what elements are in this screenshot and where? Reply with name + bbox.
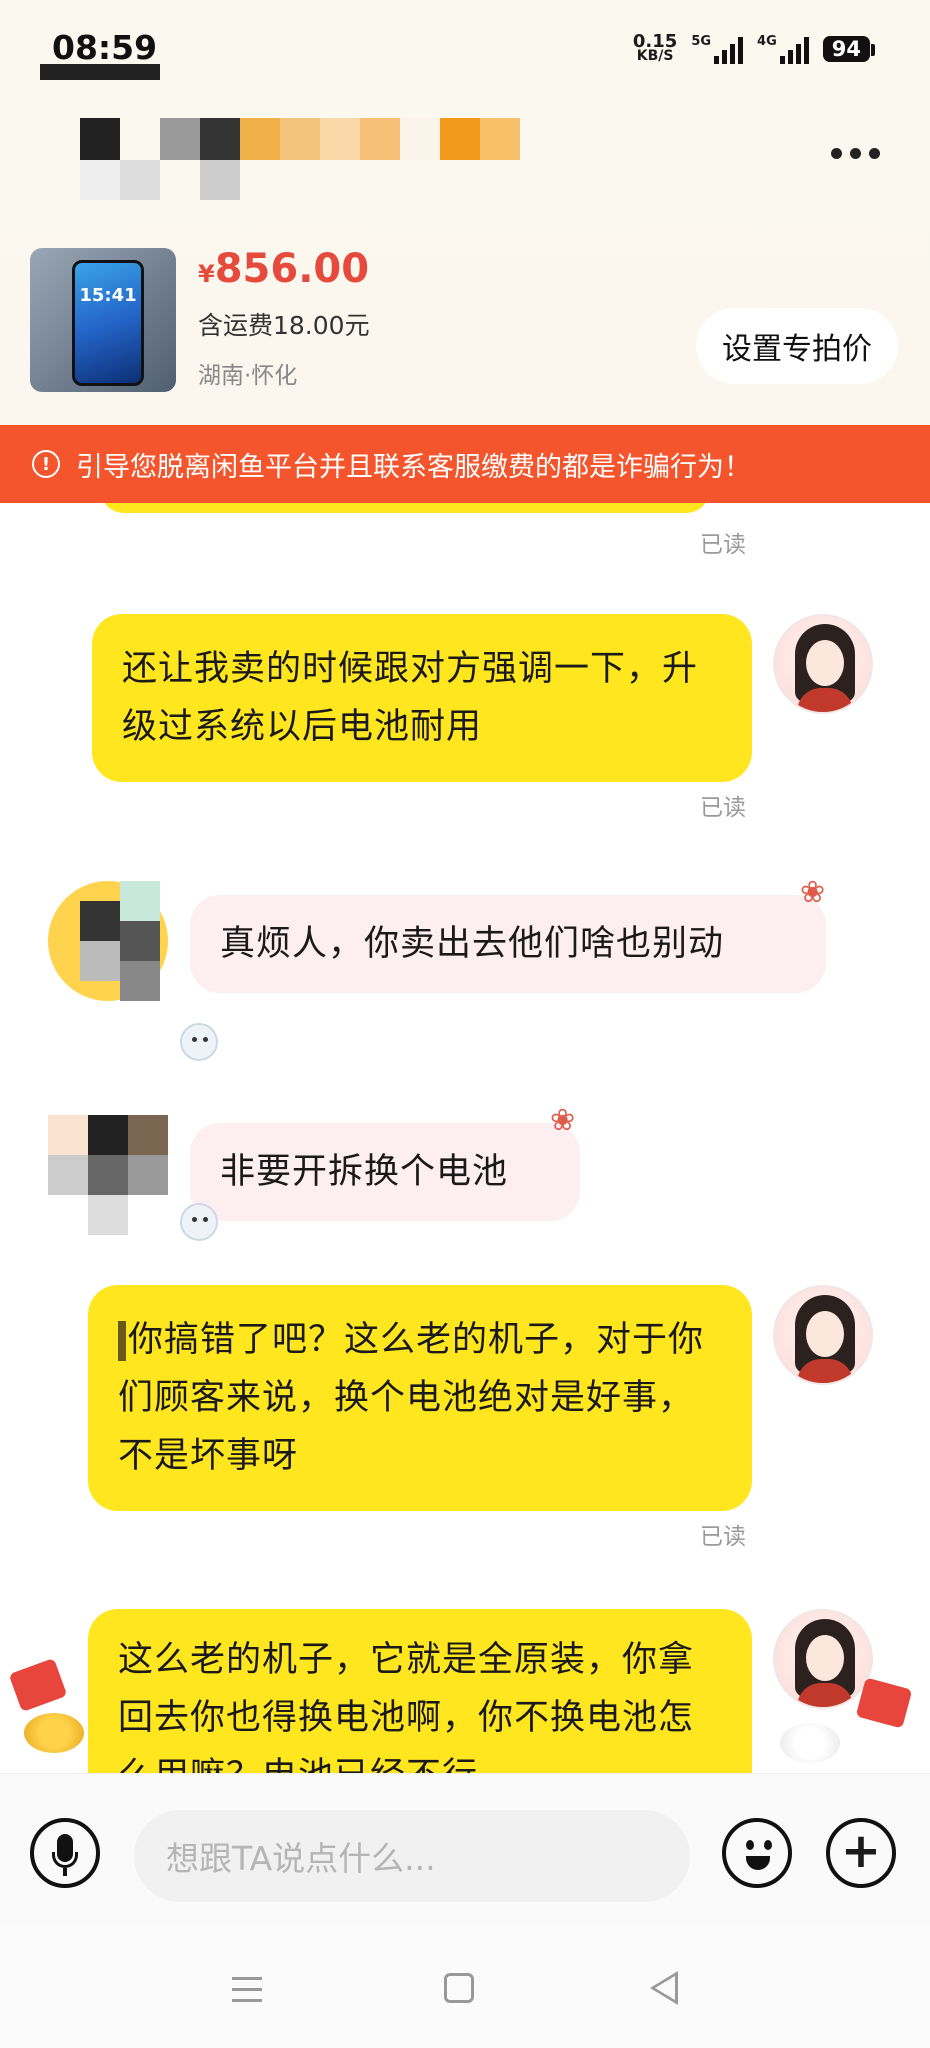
seller-location: 湖南·怀化 <box>198 363 298 389</box>
net-speed-unit: KB/S <box>636 48 674 64</box>
previous-bubble-edge <box>100 503 710 513</box>
message-bubble-mine[interactable]: 这么老的机子，它就是全原装，你拿回去你也得换电池啊，你不换电池怎么用嘛？电池已经… <box>88 1609 752 1773</box>
phone-image: 15:41 <box>72 260 144 386</box>
price-symbol: ¥ <box>198 260 215 288</box>
status-redaction <box>40 64 160 80</box>
red-envelope-icon <box>855 1677 913 1729</box>
text-cursor <box>118 1321 126 1361</box>
bubble-decoration-icon: ❀ <box>550 1103 576 1138</box>
microphone-icon[interactable] <box>30 1818 100 1888</box>
signal-4g-label: 4G <box>757 34 777 49</box>
nav-menu-icon[interactable] <box>232 1977 262 2010</box>
battery-icon: 94 <box>822 36 876 62</box>
mascot-icon <box>780 1723 840 1763</box>
message-bubble-theirs[interactable]: 非要开拆换个电池 <box>190 1123 580 1221</box>
net-speed-value: 0.15 <box>632 31 678 52</box>
plus-icon[interactable]: + <box>826 1818 896 1888</box>
nav-back-icon[interactable] <box>650 1971 678 2005</box>
net-speed: 0.15 KB/S <box>632 31 678 64</box>
my-avatar[interactable] <box>773 1285 873 1385</box>
more-dots-icon[interactable] <box>831 148 880 159</box>
other-user-avatar[interactable] <box>48 881 168 1001</box>
phone-screen-time: 15:41 <box>79 285 137 306</box>
read-receipt: 已读 <box>700 532 746 558</box>
signal-4g-icon: 4G <box>757 34 809 64</box>
signal-5g-icon: 5G <box>691 34 744 64</box>
my-avatar[interactable] <box>773 1609 873 1709</box>
warning-text: 引导您脱离闲鱼平台并且联系客服缴费的都是诈骗行为！ <box>76 451 751 483</box>
status-time: 08:59 <box>52 28 158 67</box>
other-user-avatar[interactable] <box>48 1115 168 1235</box>
read-receipt: 已读 <box>700 1524 746 1550</box>
mascot-icon <box>180 1203 218 1241</box>
exclamation-circle-icon: ! <box>32 450 60 478</box>
message-input[interactable]: 想跟TA说点什么... <box>134 1810 690 1902</box>
mascot-icon <box>180 1023 218 1061</box>
my-avatar[interactable] <box>773 614 873 714</box>
message-bubble-mine[interactable]: 还让我卖的时候跟对方强调一下，升级过系统以后电池耐用 <box>92 614 752 782</box>
message-input-bar: 想跟TA说点什么... + <box>0 1773 930 1925</box>
message-bubble-theirs[interactable]: 真烦人，你卖出去他们啥也别动 <box>190 895 826 993</box>
status-indicators: 0.15 KB/S 5G 4G 94 <box>632 31 876 64</box>
product-price: ¥856.00 <box>198 246 369 292</box>
smiley-icon[interactable] <box>722 1818 792 1888</box>
system-nav-bar <box>0 1925 930 2048</box>
blurred-nickname-lower <box>80 160 240 200</box>
bubble-decoration-icon: ❀ <box>800 875 826 910</box>
blurred-nickname <box>80 118 520 160</box>
coins-icon <box>24 1713 84 1753</box>
nav-home-icon[interactable] <box>444 1973 474 2003</box>
message-bubble-mine[interactable]: 你搞错了吧？这么老的机子，对于你们顾客来说，换个电池绝对是好事，不是坏事呀 <box>88 1285 752 1511</box>
set-special-price-button[interactable]: 设置专拍价 <box>696 308 898 384</box>
red-envelope-icon <box>8 1657 68 1713</box>
signal-5g-label: 5G <box>691 34 712 49</box>
price-value: 856.00 <box>214 246 370 292</box>
fraud-warning-banner: ! 引导您脱离闲鱼平台并且联系客服缴费的都是诈骗行为！ <box>0 425 930 503</box>
product-thumbnail[interactable]: 15:41 <box>30 248 176 392</box>
shipping-fee: 含运费18.00元 <box>198 311 370 340</box>
read-receipt: 已读 <box>700 795 746 821</box>
message-text: 你搞错了吧？这么老的机子，对于你们顾客来说，换个电池绝对是好事，不是坏事呀 <box>118 1320 705 1476</box>
chat-messages[interactable]: 已读 还让我卖的时候跟对方强调一下，升级过系统以后电池耐用 已读 真烦人，你卖出… <box>0 503 930 1773</box>
